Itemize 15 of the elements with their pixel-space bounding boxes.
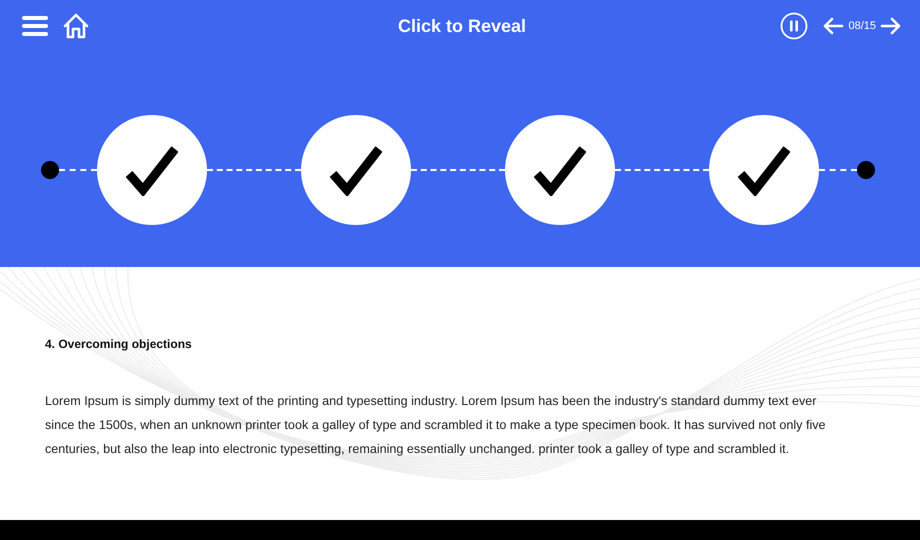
menu-icon[interactable] <box>22 16 48 36</box>
checkmark-icon <box>330 144 382 196</box>
checkmark-icon <box>126 144 178 196</box>
checkmark-icon <box>738 144 790 196</box>
pause-icon[interactable] <box>780 12 808 40</box>
timeline-start-dot <box>41 161 59 179</box>
timeline-end-dot <box>857 161 875 179</box>
page-counter: 08/15 <box>848 20 876 32</box>
body-paragraph: Lorem Ipsum is simply dummy text of the printing and typesetting industry. Lorem Ipsum has been the industry's standard dummy text ever since the 1500s, when an unknown printer took a galley of type and scrambled it to make a type specimen book. It has survived not only five centuries, but also the leap into electronic typesetting, remaining essentially unchanged. printer took a galley of type and scrambled it. <box>45 393 827 458</box>
home-icon[interactable] <box>62 13 90 39</box>
forward-arrow-icon[interactable] <box>880 17 902 35</box>
back-arrow-icon[interactable] <box>822 17 844 35</box>
section-heading: 4. Overcoming objections <box>45 337 193 351</box>
checkmark-icon <box>534 144 586 196</box>
page-title: Click to Reveal <box>396 16 528 36</box>
